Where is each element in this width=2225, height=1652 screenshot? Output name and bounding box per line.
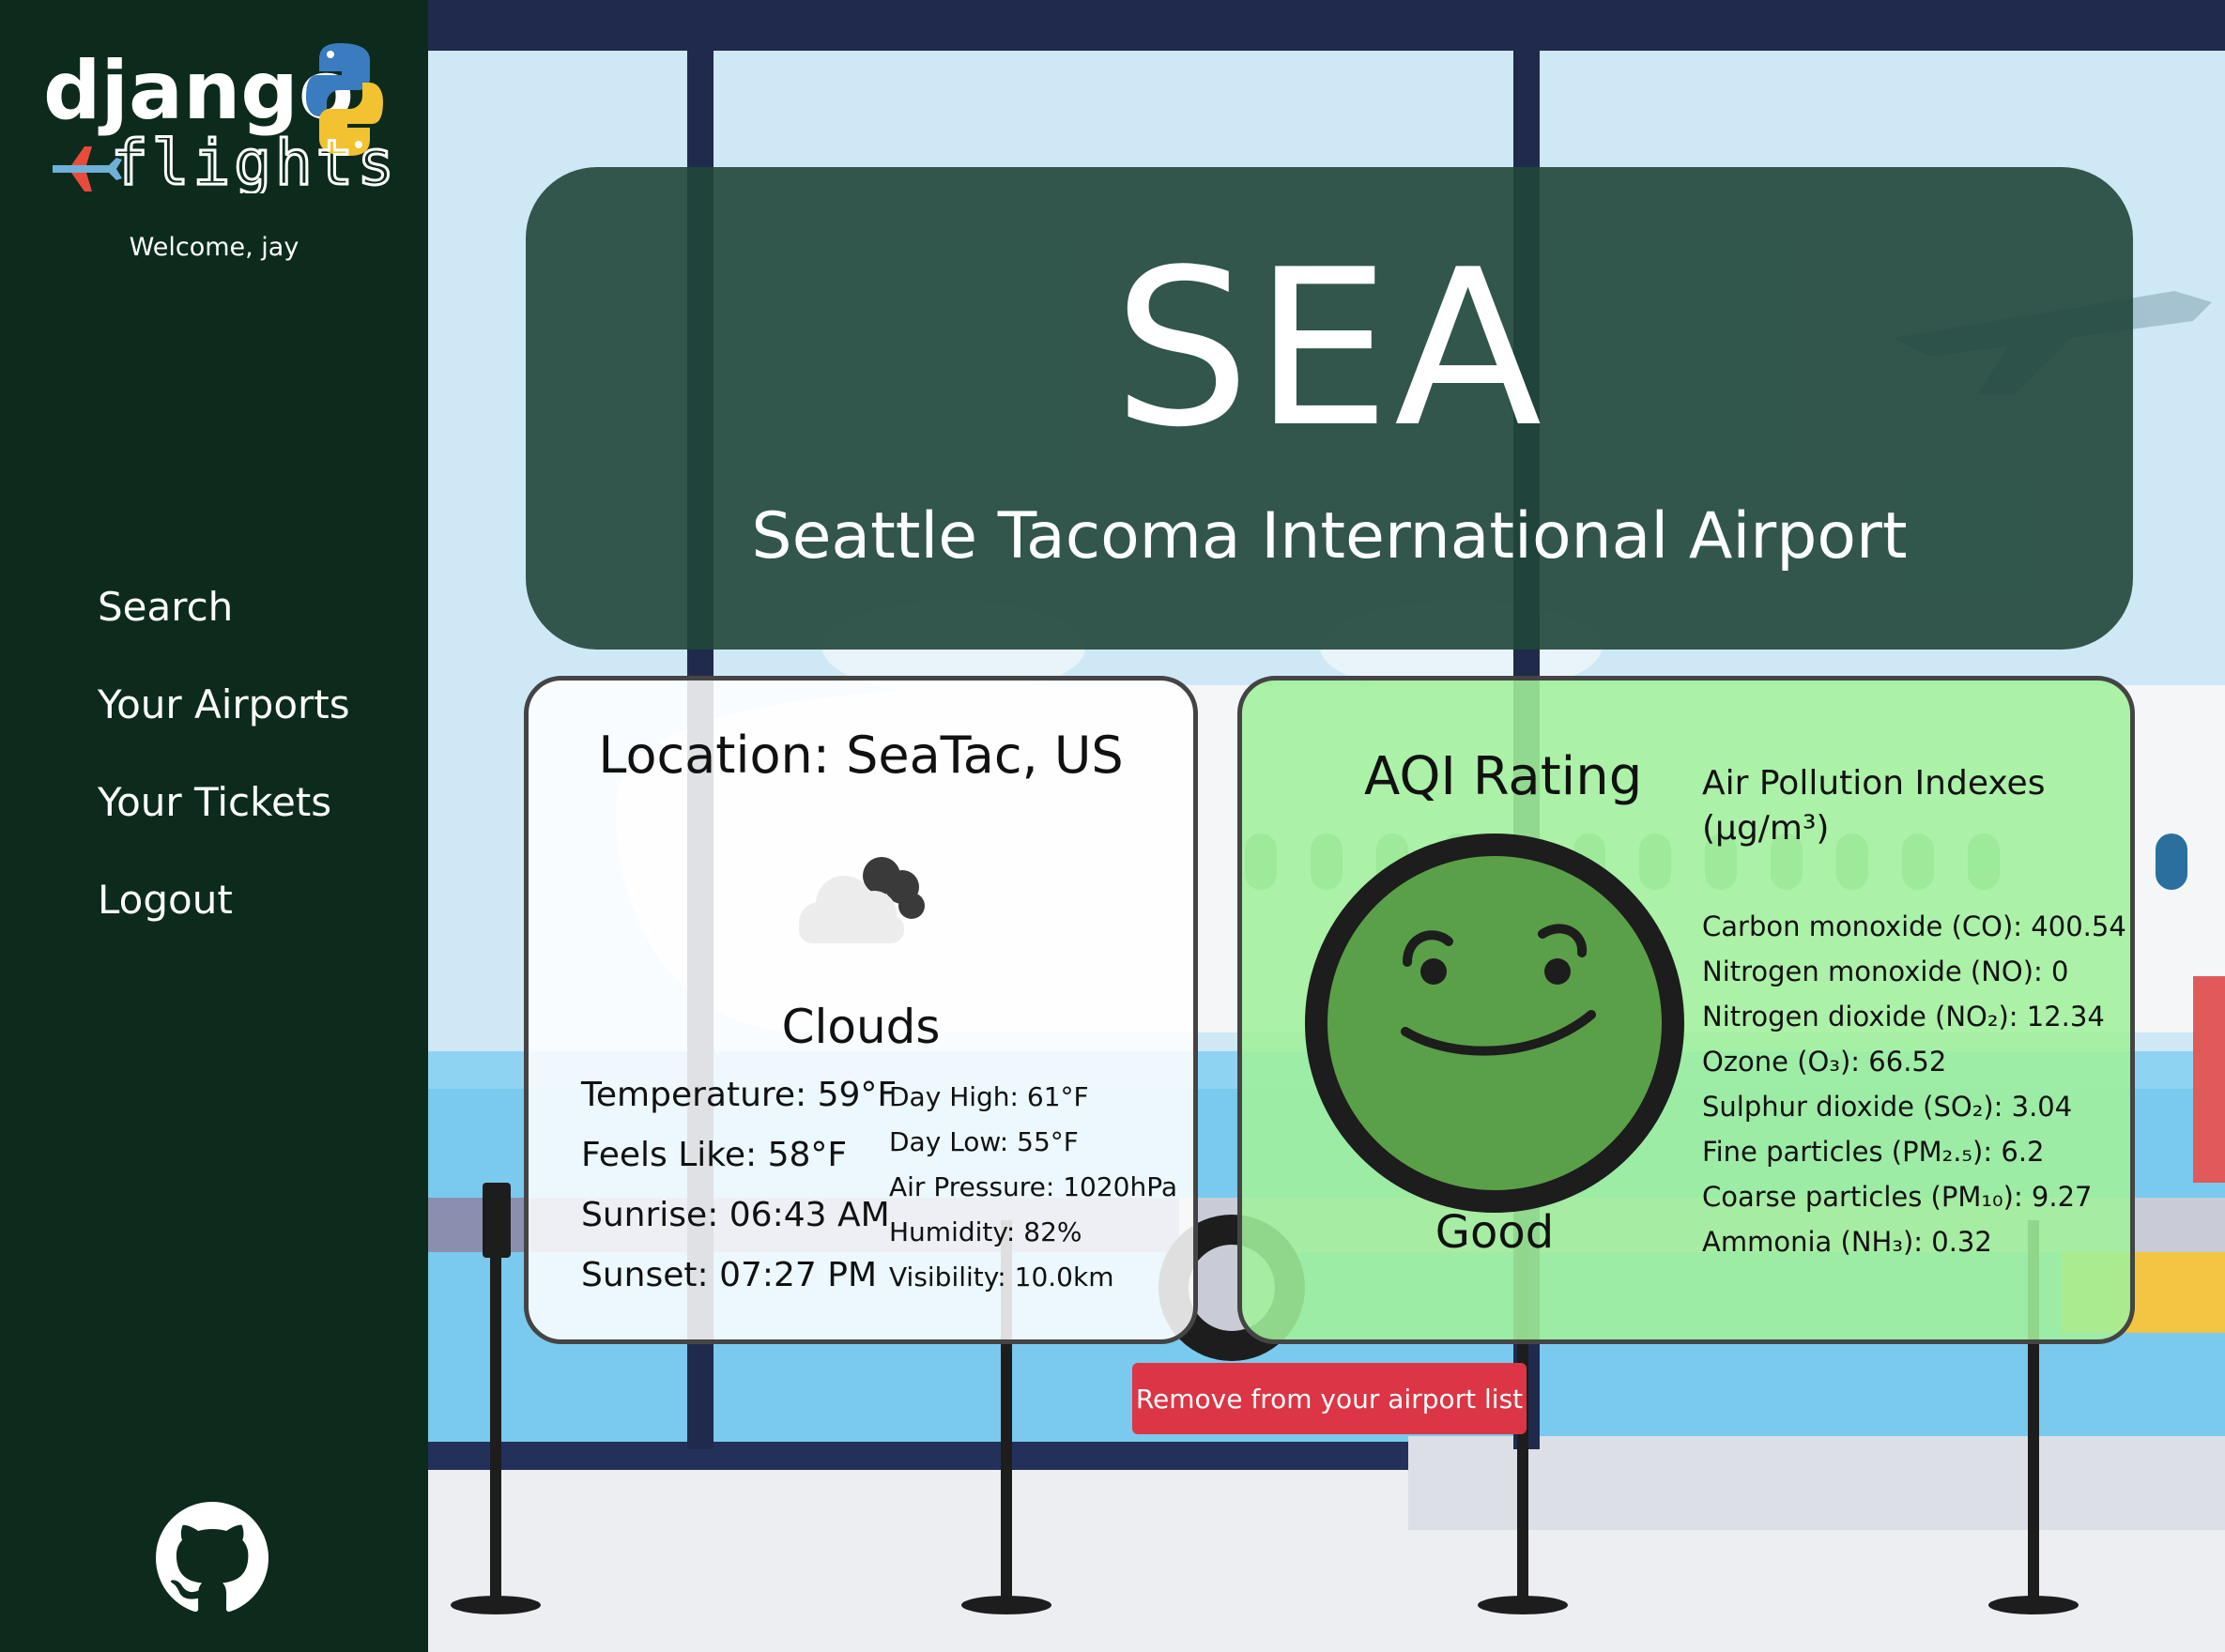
django-flights-logo[interactable]: django flights	[38, 34, 394, 193]
pollution-unit: (μg/m³)	[1702, 809, 1830, 848]
pollutant-co: Carbon monoxide (CO): 400.54	[1702, 910, 2126, 942]
pollution-title: Air Pollution Indexes (μg/m³)	[1702, 761, 2045, 851]
day-high: Day High: 61°F	[889, 1081, 1089, 1112]
logo-text-flights: flights	[111, 127, 394, 193]
aqi-rating: Good	[1435, 1206, 1555, 1259]
temperature: Temperature: 59°F	[581, 1076, 898, 1114]
visibility: Visibility: 10.0km	[889, 1262, 1114, 1293]
sidebar: django flights Welcome, jay Search Your …	[0, 0, 428, 1652]
pollutant-nh3: Ammonia (NH₃): 0.32	[1702, 1226, 1992, 1258]
humidity: Humidity: 82%	[889, 1216, 1082, 1247]
airport-header: SEA Seattle Tacoma International Airport	[526, 167, 2133, 650]
aqi-card: AQI Rating Good Air Pollution Indexes (μ…	[1237, 676, 2135, 1344]
nav-your-tickets[interactable]: Your Tickets	[98, 770, 350, 867]
nav-search[interactable]: Search	[98, 574, 350, 672]
sunrise: Sunrise: 06:43 AM	[581, 1196, 890, 1234]
weather-secondary-stats: Day High: 61°F Day Low: 55°F Air Pressur…	[889, 1075, 1177, 1300]
aqi-title: AQI Rating	[1364, 746, 1643, 807]
remove-airport-button[interactable]: Remove from your airport list	[1132, 1363, 1527, 1434]
pollutant-no: Nitrogen monoxide (NO): 0	[1702, 956, 2069, 987]
pollutant-so2: Sulphur dioxide (SO₂): 3.04	[1702, 1091, 2073, 1123]
air-pressure: Air Pressure: 1020hPa	[889, 1171, 1178, 1202]
weather-card: Location: SeaTac, US Clouds Temperature:…	[524, 676, 1198, 1344]
pollutant-pm10: Coarse particles (PM₁₀): 9.27	[1702, 1181, 2093, 1213]
nav-your-airports[interactable]: Your Airports	[98, 672, 350, 770]
sunset: Sunset: 07:27 PM	[581, 1256, 878, 1294]
pollutant-no2: Nitrogen dioxide (NO₂): 12.34	[1702, 1001, 2105, 1032]
pollutant-pm25: Fine particles (PM₂.₅): 6.2	[1702, 1136, 2045, 1168]
pollution-title-text: Air Pollution Indexes	[1702, 764, 2046, 803]
weather-condition: Clouds	[781, 1000, 941, 1054]
cloud-icon	[799, 857, 925, 943]
nav-logout[interactable]: Logout	[98, 867, 350, 965]
feels-like: Feels Like: 58°F	[581, 1136, 848, 1174]
pollution-list: Carbon monoxide (CO): 400.54 Nitrogen mo…	[1702, 904, 2126, 1264]
pollutant-o3: Ozone (O₃): 66.52	[1702, 1046, 1947, 1078]
welcome-message: Welcome, jay	[129, 233, 299, 262]
airport-name: Seattle Tacoma International Airport	[751, 499, 1908, 574]
smiley-face-icon	[1305, 834, 1684, 1213]
weather-location: Location: SeaTac, US	[598, 726, 1124, 785]
github-icon[interactable]	[156, 1502, 269, 1614]
weather-primary-stats: Temperature: 59°F Feels Like: 58°F Sunri…	[581, 1065, 897, 1306]
airport-code: SEA	[1112, 224, 1546, 475]
day-low: Day Low: 55°F	[889, 1126, 1079, 1157]
sidebar-nav: Search Your Airports Your Tickets Logout	[98, 574, 350, 965]
